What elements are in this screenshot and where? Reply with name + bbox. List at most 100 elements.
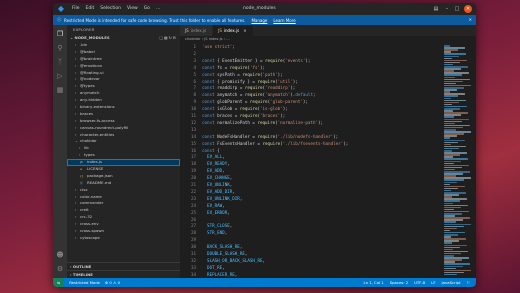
remote-indicator[interactable]: ⇋: [53, 278, 65, 287]
tree-item-label: crc-32: [80, 214, 93, 220]
maximize-button[interactable]: □: [453, 5, 461, 13]
minimap-line: [444, 95, 458, 97]
close-icon[interactable]: ✕: [469, 15, 472, 25]
problems-status[interactable]: ⊗ 0 ⚠ 0: [105, 278, 120, 287]
menu-item[interactable]: File: [72, 3, 80, 15]
status-right: Ln 1, Col 1 Spaces: 2 UTF-8 LF JavaScrip…: [363, 278, 476, 287]
gear-icon[interactable]: ⚙: [55, 264, 65, 274]
js-file-icon: JS: [185, 28, 189, 33]
folder-item[interactable]: › lib: [67, 145, 180, 152]
folder-item[interactable]: › @nodevar: [67, 76, 180, 83]
minimap-line: [444, 265, 463, 268]
folder-item[interactable]: › character-entities: [67, 132, 180, 139]
tab-index-js-active[interactable]: JS index.js ✕: [213, 25, 254, 36]
folder-item[interactable]: › crc-32: [67, 214, 180, 221]
chevron-right-icon: ›: [75, 187, 77, 192]
folder-item[interactable]: › @emoticon: [67, 63, 180, 70]
language-mode[interactable]: JavaScript: [442, 278, 461, 287]
menu-item[interactable]: Selection: [100, 3, 121, 15]
folder-item[interactable]: › commander: [67, 200, 180, 207]
account-icon[interactable]: ☻: [55, 250, 65, 260]
minimap-line: [444, 76, 455, 79]
code-editor[interactable]: 1'use strict'; 2 3 const { EventEmitter } =…: [180, 43, 442, 278]
outline-section[interactable]: › OUTLINE: [67, 262, 180, 270]
folder-item[interactable]: › crelt: [67, 207, 180, 214]
source-control-icon[interactable]: ᛉ: [55, 57, 65, 67]
extensions-icon[interactable]: ▦: [55, 85, 65, 95]
minimap-line: [444, 162, 454, 165]
file-item[interactable]: {} package.json: [67, 173, 180, 180]
file-item[interactable]: Ⓜ README.md: [67, 180, 180, 187]
learn-more-link[interactable]: Learn More: [273, 18, 295, 23]
chevron-right-icon: ›: [75, 63, 77, 68]
tree-item-label: .bin: [80, 42, 88, 47]
menu-item[interactable]: …: [156, 3, 161, 15]
minimap-line: [444, 141, 458, 144]
workspace-folder[interactable]: ⌄ NODE_MODULES □▦↻⊟: [67, 34, 180, 42]
status-bar: ⇋ Restricted Mode ⊗ 0 ⚠ 0 Ln 1, Col 1 Sp…: [53, 278, 476, 287]
folder-item[interactable]: › cross-spawn: [67, 228, 180, 235]
close-icon[interactable]: ✕: [243, 28, 246, 33]
folder-item[interactable]: › browser-fs-access: [67, 118, 180, 125]
minimap[interactable]: [442, 43, 476, 278]
timeline-section[interactable]: › TIMELINE: [67, 270, 180, 278]
timeline-label: TIMELINE: [72, 272, 93, 277]
folder-item[interactable]: › @floating-ui: [67, 70, 180, 77]
restricted-mode-status[interactable]: Restricted Mode: [69, 278, 100, 287]
chevron-right-icon: ›: [79, 146, 81, 151]
activity-bar: ❐ ⚲ ᛉ ▷ ▦ ☻ ⚙: [53, 25, 67, 278]
layout-icon[interactable]: ▤: [432, 5, 440, 13]
tree-item-label: binary-extensions: [80, 104, 115, 110]
explorer-icon[interactable]: ❐: [55, 29, 65, 39]
chevron-right-icon: ›: [75, 194, 77, 199]
folder-item[interactable]: › binary-extensions: [67, 104, 180, 111]
folder-item[interactable]: › anymatch: [67, 90, 180, 97]
menu-item[interactable]: Go: [144, 3, 150, 15]
minimize-button[interactable]: –: [443, 5, 451, 13]
indentation[interactable]: Spaces: 2: [390, 278, 408, 287]
tree-item-label: @braintree: [80, 55, 102, 61]
close-button[interactable]: ✕: [464, 5, 472, 13]
folder-item[interactable]: › any-hidden: [67, 97, 180, 104]
menu-item[interactable]: Edit: [86, 3, 95, 15]
chevron-right-icon: ›: [75, 235, 77, 240]
file-item[interactable]: JS index.js: [67, 159, 180, 167]
folder-item[interactable]: › @braintree: [67, 56, 180, 63]
folder-item[interactable]: › clsx: [67, 187, 180, 194]
folder-item[interactable]: › color-name: [67, 194, 180, 201]
breadcrumb[interactable]: chokidar › JS index.js › ...: [180, 36, 476, 43]
folder-item[interactable]: › canvas-roundrect-polyfill: [67, 125, 180, 132]
folder-item[interactable]: › .bin: [67, 42, 180, 49]
folder-item[interactable]: › cross-env: [67, 221, 180, 228]
minimap-line: [444, 137, 450, 139]
license-file-icon: ≡: [80, 167, 83, 172]
chevron-right-icon: ›: [79, 153, 81, 158]
cursor-position[interactable]: Ln 1, Col 1: [363, 278, 383, 287]
encoding[interactable]: UTF-8: [414, 278, 425, 287]
tree-item-label: types: [84, 152, 95, 158]
minimap-line: [444, 55, 459, 58]
folder-item[interactable]: › braces: [67, 111, 180, 118]
tree-item-label: @nodevar: [80, 76, 100, 82]
editor-area: JS index.js JS index.js ✕ chokidar › JS ind…: [180, 25, 476, 278]
vscode-window: ◆ File Edit Selection View Go… node_modules …: [53, 3, 476, 287]
manage-link[interactable]: Manage: [251, 18, 267, 23]
folder-item[interactable]: › @babel: [67, 49, 180, 56]
menu-item[interactable]: View: [127, 3, 138, 15]
tab-index-js-inactive[interactable]: JS index.js: [180, 25, 214, 36]
folder-item[interactable]: › types: [67, 152, 180, 159]
run-debug-icon[interactable]: ▷: [55, 71, 65, 81]
folder-item[interactable]: › @types: [67, 83, 180, 90]
explorer-tools[interactable]: □▦↻⊟: [159, 34, 177, 42]
bell-icon[interactable]: ⚐: [467, 278, 470, 287]
tree-item-label: crelt: [80, 207, 89, 213]
tree-item-label: cross-spawn: [80, 228, 105, 234]
folder-item[interactable]: ⌄ chokidar: [67, 138, 180, 145]
folder-item[interactable]: › cytoscape: [67, 235, 180, 242]
end-of-line[interactable]: LF: [431, 278, 435, 287]
chevron-right-icon: ›: [75, 222, 77, 227]
tab-bar: JS index.js JS index.js ✕: [180, 25, 476, 36]
minimap-line: [444, 74, 462, 76]
search-icon[interactable]: ⚲: [55, 43, 65, 53]
file-item[interactable]: ≡ LICENSE: [67, 166, 180, 173]
